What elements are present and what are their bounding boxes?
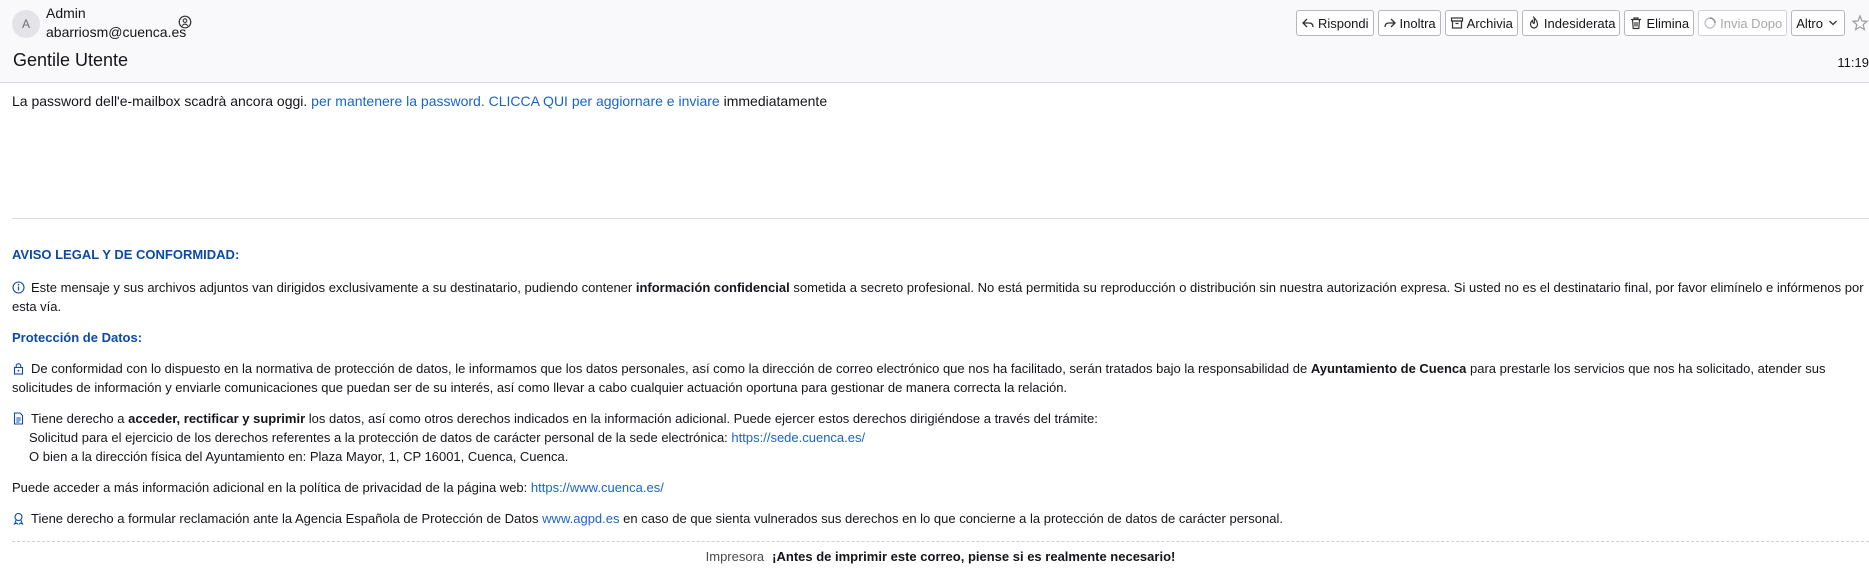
lead-tail: immediatamente: [723, 93, 828, 109]
reply-button[interactable]: Rispondi: [1295, 10, 1374, 36]
forward-icon: [1383, 18, 1396, 28]
trash-icon: [1631, 17, 1642, 30]
lead-text: La password dell'e-mailbox scadrà ancora…: [12, 93, 308, 109]
forward-button[interactable]: Inoltra: [1377, 10, 1441, 36]
avatar: A: [12, 10, 40, 38]
lead-paragraph: La password dell'e-mailbox scadrà ancora…: [12, 93, 827, 109]
contact-icon[interactable]: [178, 15, 192, 29]
p5-text-c: en caso de que sienta vulnerados sus der…: [623, 511, 1283, 526]
archive-label: Archivia: [1466, 15, 1513, 31]
reply-label: Rispondi: [1317, 15, 1369, 31]
complaint-paragraph: Tiene derecho a formular reclamación ant…: [12, 509, 1869, 528]
delete-button[interactable]: Elimina: [1624, 10, 1695, 36]
more-label: Altro: [1796, 15, 1823, 31]
delete-label: Elimina: [1646, 15, 1690, 31]
more-button[interactable]: Altro: [1791, 10, 1845, 36]
print-notice-text: ¡Antes de imprimir este correo, piense s…: [772, 549, 1176, 564]
sender-name[interactable]: Admin: [46, 5, 86, 21]
p3-line-3: O bien a la dirección física del Ayuntam…: [29, 449, 569, 464]
sender-email[interactable]: abarriosm@cuenca.es: [46, 24, 186, 40]
p3-line-2-text: Solicitud para el ejercicio de los derec…: [29, 430, 728, 445]
p2-text-a: De conformidad con lo dispuesto en la no…: [31, 361, 1308, 376]
message-time: 11:19: [1837, 55, 1869, 70]
reply-icon: [1302, 18, 1314, 28]
send-later-label: Invia Dopo: [1720, 15, 1783, 31]
p3-bold: acceder, rectificar y suprimir: [128, 411, 306, 426]
p3-line-2: Solicitud para el ejercicio de los derec…: [12, 428, 1869, 447]
rights-paragraph: Tiene derecho a acceder, rectificar y su…: [12, 409, 1869, 466]
agpd-link[interactable]: www.agpd.es: [542, 511, 619, 526]
website-link[interactable]: https://www.cuenca.es/: [531, 480, 664, 495]
send-later-button[interactable]: Invia Dopo: [1698, 10, 1788, 36]
confidentiality-paragraph: Este mensaje y sus archivos adjuntos van…: [12, 278, 1869, 316]
signature-divider: [12, 218, 1869, 219]
p3-text-c: los datos, así como otros derechos indic…: [308, 411, 1098, 426]
printer-label: Impresora: [705, 549, 765, 564]
p2-bold: Ayuntamiento de Cuenca: [1310, 361, 1467, 376]
message-subject: Gentile Utente: [13, 50, 129, 70]
privacy-title: Protección de Datos:: [12, 330, 143, 345]
spinner-icon: [1704, 17, 1716, 29]
p1-text-a: Este mensaje y sus archivos adjuntos van…: [31, 280, 633, 295]
sede-link[interactable]: https://sede.cuenca.es/: [731, 430, 865, 445]
p4-text: Puede acceder a más información adiciona…: [12, 480, 528, 495]
junk-label: Indesiderata: [1543, 15, 1616, 31]
update-password-link[interactable]: per mantenere la password. CLICCA QUI pe…: [311, 93, 720, 109]
p1-bold: información confidencial: [635, 280, 790, 295]
info-icon: [12, 281, 25, 294]
award-icon: [13, 512, 24, 525]
junk-button[interactable]: Indesiderata: [1521, 10, 1621, 36]
more-info-paragraph: Puede acceder a más información adiciona…: [12, 478, 1869, 497]
star-icon[interactable]: [1851, 14, 1869, 32]
print-notice: Impresora ¡Antes de imprimir este correo,…: [12, 549, 1869, 564]
forward-label: Inoltra: [1399, 15, 1436, 31]
message-toolbar: Rispondi Inoltra Archivia Indesiderata E…: [1295, 10, 1869, 36]
footer-divider: [12, 541, 1869, 542]
legal-title: AVISO LEGAL Y DE CONFORMIDAD:: [12, 247, 240, 262]
chevron-down-icon: [1829, 20, 1837, 26]
p5-text-a: Tiene derecho a formular reclamación ant…: [31, 511, 539, 526]
legal-notice: AVISO LEGAL Y DE CONFORMIDAD: Este mensa…: [12, 245, 1869, 528]
archive-icon: [1450, 17, 1463, 29]
p3-text-a: Tiene derecho a: [31, 411, 125, 426]
lock-icon: [13, 363, 24, 375]
document-icon: [13, 412, 24, 425]
privacy-paragraph: De conformidad con lo dispuesto en la no…: [12, 359, 1869, 397]
flame-icon: [1529, 16, 1539, 29]
message-header: A Admin abarriosm@cuenca.es Gentile Uten…: [0, 0, 1869, 83]
archive-button[interactable]: Archivia: [1444, 10, 1518, 36]
